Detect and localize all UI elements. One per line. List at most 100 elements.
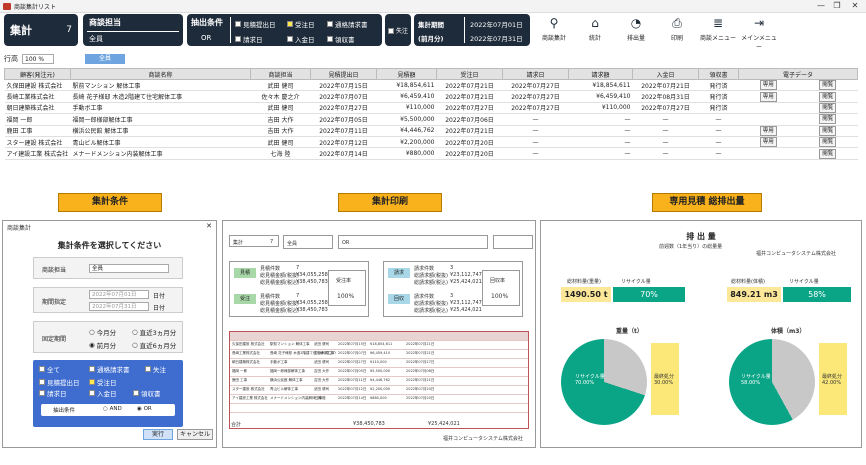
run-button[interactable]: 実行 xyxy=(143,429,173,440)
table-row[interactable]: 長崎工業株式会社 長崎 花子様邸 木造2階建て住宅解体工事 佐々木 慶之介 2022年… xyxy=(4,90,858,103)
toolbar-search-button[interactable]: ⚲ 商談集計 xyxy=(535,14,573,46)
toolbar-pie-button[interactable]: ◔ 排出量 xyxy=(617,14,655,46)
col-header[interactable]: 領収書 xyxy=(698,68,739,80)
extract-group: 全て 通格請求書 失注 見積提出日 受注日 請求日 入金日 領収書 抽出条件 ○… xyxy=(33,360,183,427)
summary-count-box: 集計 7 xyxy=(4,14,78,46)
table-cell: 武田 健司 xyxy=(250,79,311,92)
condition-logic: OR xyxy=(201,34,212,42)
summary-count: 7 xyxy=(66,25,72,35)
table-cell: 2022年08月31日 xyxy=(632,90,699,103)
table-cell: 久保田建設 株式会社 xyxy=(4,79,71,92)
check-mitsumori[interactable]: 見積提出日 xyxy=(235,19,276,29)
to-day-button[interactable]: 日付 xyxy=(153,303,165,312)
radio-or[interactable]: ◉ OR xyxy=(137,406,152,412)
check-lost: 失注 xyxy=(388,26,408,35)
toolbar-home-button[interactable]: ⌂ 統計 xyxy=(576,14,614,46)
print-cell: 吉田 大作 xyxy=(314,369,330,373)
weight-final-bar: 最終処分 30.00% xyxy=(651,343,679,415)
check-juchu[interactable]: 受注日 xyxy=(287,19,315,29)
table-row[interactable]: 朝日建築株式会社 手動ボ工事 武田 健司 2022年07月27日 ¥110,000 202… xyxy=(4,102,858,115)
exclusive-button[interactable]: 専用 xyxy=(759,137,777,147)
check-nyukin[interactable]: 入金日 xyxy=(287,34,315,44)
dlg-check-juchu[interactable]: 受注日 xyxy=(89,377,117,387)
table-cell: メナードメンション内装解体工事 xyxy=(70,147,251,160)
dialog-close-icon[interactable]: ✕ xyxy=(206,222,212,230)
cancel-button[interactable]: キャンセル xyxy=(177,429,213,440)
table-cell: ¥5,500,000 xyxy=(376,113,437,126)
table-row[interactable]: 久保田建設 株式会社 駅前マンション 解体工事 武田 健司 2022年07月15日 ¥1… xyxy=(4,79,858,92)
toolbar-printer-button[interactable]: ⎙ 印刷 xyxy=(658,14,696,46)
col-header[interactable]: 請求日 xyxy=(502,68,569,80)
fixed-6months[interactable]: ○ 直近6ヵ月分 xyxy=(132,340,176,350)
print-cell: ¥4,446,762 xyxy=(370,378,391,382)
dlg-check-seikyu[interactable]: 請求日 xyxy=(39,388,67,398)
col-header[interactable]: 商談名称 xyxy=(70,68,251,80)
col-header[interactable]: 見積額 xyxy=(376,68,437,80)
exclusive-button[interactable]: 専用 xyxy=(759,91,777,102)
close-button[interactable]: ✕ xyxy=(848,1,862,10)
dlg-check-lost[interactable]: 失注 xyxy=(145,364,166,374)
toolbar-database-button[interactable]: ≣ 商談メニュー xyxy=(699,14,737,46)
table-cell: 2022年07月14日 xyxy=(310,147,377,160)
print-preview: 集計 7 全員 OR 見積 受注 見積件数 7 総見積金額(税抜) ¥34,055,2… xyxy=(222,220,536,448)
staff-value: 全員 xyxy=(87,31,179,43)
radio-and[interactable]: ○ AND xyxy=(103,406,122,412)
view-button[interactable]: 閲覧 xyxy=(819,114,837,125)
table-cell: 2022年07月20日 xyxy=(436,136,503,149)
dlg-check-all[interactable]: 全て xyxy=(39,364,60,374)
exclusive-button[interactable]: 専用 xyxy=(759,80,777,90)
dlg-check-mitsumori[interactable]: 見積提出日 xyxy=(39,377,80,387)
table-cell: 朝日建築株式会社 xyxy=(4,102,71,115)
from-date-input[interactable]: 2022年07月01日 xyxy=(89,290,149,299)
from-day-button[interactable]: 日付 xyxy=(153,291,165,300)
col-header[interactable]: 電子データ xyxy=(738,68,858,80)
view-button[interactable]: 閲覧 xyxy=(819,102,837,113)
col-header[interactable]: 顧客(発注元) xyxy=(4,68,71,80)
volume-chart-title: 体積（m3） xyxy=(771,328,806,335)
lost-box[interactable]: 失注 xyxy=(385,14,411,46)
check-seikyu[interactable]: 請求日 xyxy=(235,34,263,44)
staff-select[interactable]: 全員 xyxy=(89,264,169,273)
table-row[interactable]: 福岡 一郎 福岡一郎様部解体工事 吉田 大作 2022年07月05日 ¥5,500,00… xyxy=(4,113,858,126)
table-row[interactable]: 鹿田 工事 横浜公民館 解体工事 吉田 大作 2022年07月11日 ¥4,446,76… xyxy=(4,125,858,137)
print-cell: 武田 健司 xyxy=(314,360,330,364)
table-cell: スター建設 株式会社 xyxy=(4,136,71,149)
table-cell: ¥110,000 xyxy=(568,102,633,115)
col-header[interactable]: 請求額 xyxy=(568,68,633,80)
exclusive-button[interactable]: 専用 xyxy=(759,125,777,136)
view-button[interactable]: 閲覧 xyxy=(819,125,837,136)
dlg-check-nyukin[interactable]: 入金日 xyxy=(89,388,117,398)
table-cell: ¥2,200,000 xyxy=(376,136,437,149)
print-cell: スター建設 株式会社 xyxy=(232,387,265,391)
col-header[interactable]: 見積提出日 xyxy=(310,68,377,80)
check-ryoshu[interactable]: 領収書 xyxy=(327,34,355,44)
emission-title: 排 出 量 xyxy=(686,232,716,241)
minimize-button[interactable]: — xyxy=(814,1,828,10)
to-date-input[interactable]: 2022年07月31日 xyxy=(89,302,149,311)
table-cell: 吉田 大作 xyxy=(250,125,311,137)
dlg-check-seikyusho[interactable]: 通格請求書 xyxy=(89,364,130,374)
view-button[interactable]: 閲覧 xyxy=(819,137,837,147)
fixed-last-month[interactable]: ◉ 前月分 xyxy=(89,340,116,350)
maximize-button[interactable]: ❐ xyxy=(830,1,844,10)
table-cell: 武田 健司 xyxy=(250,136,311,149)
all-staff-button[interactable]: 全員 xyxy=(85,54,125,64)
check-seikyusho[interactable]: 通格請求書 xyxy=(327,19,368,29)
col-header[interactable]: 入金日 xyxy=(632,68,699,80)
table-row[interactable]: スター建設 株式会社 青山ビル解体工事 武田 健司 2022年07月12日 ¥2,200… xyxy=(4,136,858,149)
col-header[interactable]: 受注日 xyxy=(436,68,503,80)
print-cell: 手動ボ工事 xyxy=(270,360,288,364)
fixed-this-month[interactable]: ○ 今月分 xyxy=(89,327,116,337)
row-height-select[interactable]: 100 % xyxy=(22,54,54,64)
toolbar-exit-button[interactable]: ⇥ メインメニュー xyxy=(740,14,778,51)
table-row[interactable]: アイ建設工業 株式会社 メナードメンション内装解体工事 七海 陸 2022年07月14… xyxy=(4,147,858,160)
view-button[interactable]: 閲覧 xyxy=(819,148,837,159)
fixed-3months[interactable]: ○ 直近3ヵ月分 xyxy=(132,327,176,337)
view-button[interactable]: 閲覧 xyxy=(819,80,837,90)
col-header[interactable]: 商談担当 xyxy=(250,68,311,80)
print-stat: 総見積金額(税抜) xyxy=(260,301,299,307)
dlg-check-ryoshu[interactable]: 領収書 xyxy=(133,388,161,398)
view-button[interactable]: 閲覧 xyxy=(819,91,837,102)
home-icon: ⌂ xyxy=(591,16,599,30)
table-cell: 2022年07月21日 xyxy=(632,79,699,92)
